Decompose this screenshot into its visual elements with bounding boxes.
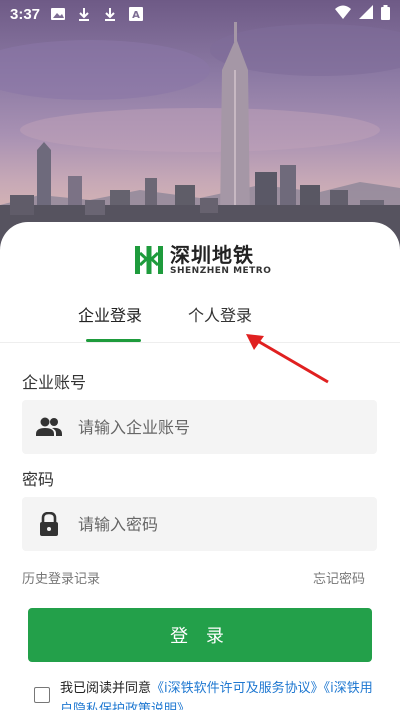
font-icon: A — [128, 7, 144, 21]
account-input[interactable] — [78, 417, 338, 437]
download-icon — [76, 7, 92, 21]
logo-name-en: SHENZHEN METRO — [170, 265, 272, 276]
agreement-text: 我已阅读并同意《i深铁软件许可及服务协议》《i深铁用户隐私保护政策说明》 — [60, 678, 384, 710]
image-icon — [50, 7, 66, 21]
forgot-password-link[interactable]: 忘记密码 — [313, 568, 365, 587]
login-tabs: 企业登录 个人登录 — [0, 302, 400, 342]
lock-icon — [36, 511, 62, 536]
agreement-prefix: 我已阅读并同意 — [60, 681, 152, 696]
password-field[interactable] — [22, 497, 377, 551]
agreement-checkbox[interactable] — [34, 687, 50, 703]
login-history-link[interactable]: 历史登录记录 — [22, 568, 100, 587]
tab-personal-login[interactable]: 个人登录 — [188, 302, 252, 326]
license-agreement-link[interactable]: 《i深铁软件许可及服务协议》 — [151, 681, 324, 696]
tab-enterprise-login[interactable]: 企业登录 — [78, 302, 142, 326]
battery-icon — [381, 4, 390, 24]
tab-divider — [0, 342, 400, 343]
account-label: 企业账号 — [22, 373, 87, 392]
user-group-icon — [36, 415, 62, 439]
wifi-icon — [335, 5, 351, 23]
shenzhen-metro-logo-icon — [132, 243, 166, 277]
password-label: 密码 — [22, 470, 55, 489]
agreement-row: 我已阅读并同意《i深铁软件许可及服务协议》《i深铁用户隐私保护政策说明》 — [34, 678, 384, 710]
signal-icon — [359, 5, 373, 23]
account-field[interactable] — [22, 400, 377, 454]
svg-text:A: A — [132, 10, 140, 21]
login-button[interactable]: 登 录 — [28, 608, 372, 662]
password-input[interactable] — [78, 514, 338, 534]
logo-name-cn: 深圳地铁 — [170, 242, 254, 267]
download-icon — [102, 7, 118, 21]
app-logo: 深圳地铁 SHENZHEN METRO — [132, 243, 271, 277]
annotation-arrow — [240, 330, 335, 394]
status-bar: 3:37 A — [0, 0, 400, 28]
status-time: 3:37 — [10, 5, 41, 23]
city-skyline-banner — [0, 0, 400, 260]
